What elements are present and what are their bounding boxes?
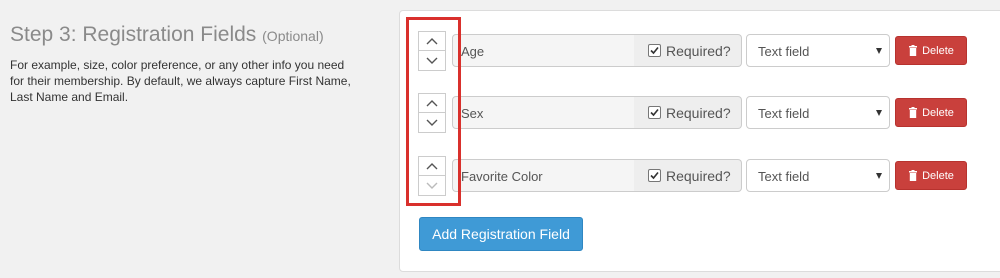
field-type-select[interactable]: Text field [746,159,890,192]
field-type-select[interactable]: Text field [746,34,890,67]
section-title: Step 3: Registration Fields (Optional) [10,18,360,53]
caret-down-icon [876,48,882,54]
field-name-input[interactable]: Favorite Color [452,159,635,192]
field-name-input[interactable]: Age [452,34,635,67]
caret-down-icon [876,173,882,179]
required-checkbox[interactable] [648,44,661,57]
field-type-value: Text field [758,44,810,59]
required-checkbox-group[interactable]: Required? [634,159,742,192]
checkmark-icon [650,108,659,117]
field-type-value: Text field [758,169,810,184]
checkmark-icon [650,46,659,55]
section-title-text: Step 3: Registration Fields [10,23,257,46]
required-label: Required? [666,167,731,184]
required-label: Required? [666,42,731,59]
delete-label: Delete [922,44,954,57]
delete-label: Delete [922,106,954,119]
required-checkbox[interactable] [648,169,661,182]
delete-button[interactable]: Delete [895,161,967,190]
required-label: Required? [666,104,731,121]
delete-button[interactable]: Delete [895,98,967,127]
caret-down-icon [876,110,882,116]
trash-icon [909,170,918,181]
field-type-value: Text field [758,106,810,121]
add-registration-field-button[interactable]: Add Registration Field [419,217,583,251]
delete-button[interactable]: Delete [895,36,967,65]
trash-icon [909,45,918,56]
required-checkbox[interactable] [648,106,661,119]
required-checkbox-group[interactable]: Required? [634,34,742,67]
trash-icon [909,107,918,118]
delete-label: Delete [922,169,954,182]
section-intro: Step 3: Registration Fields (Optional) F… [10,18,360,105]
field-name-input[interactable]: Sex [452,96,635,129]
optional-label: (Optional) [262,28,324,44]
checkmark-icon [650,171,659,180]
section-description: For example, size, color preference, or … [10,58,351,104]
field-type-select[interactable]: Text field [746,96,890,129]
reorder-controls-highlight [406,17,461,206]
required-checkbox-group[interactable]: Required? [634,96,742,129]
